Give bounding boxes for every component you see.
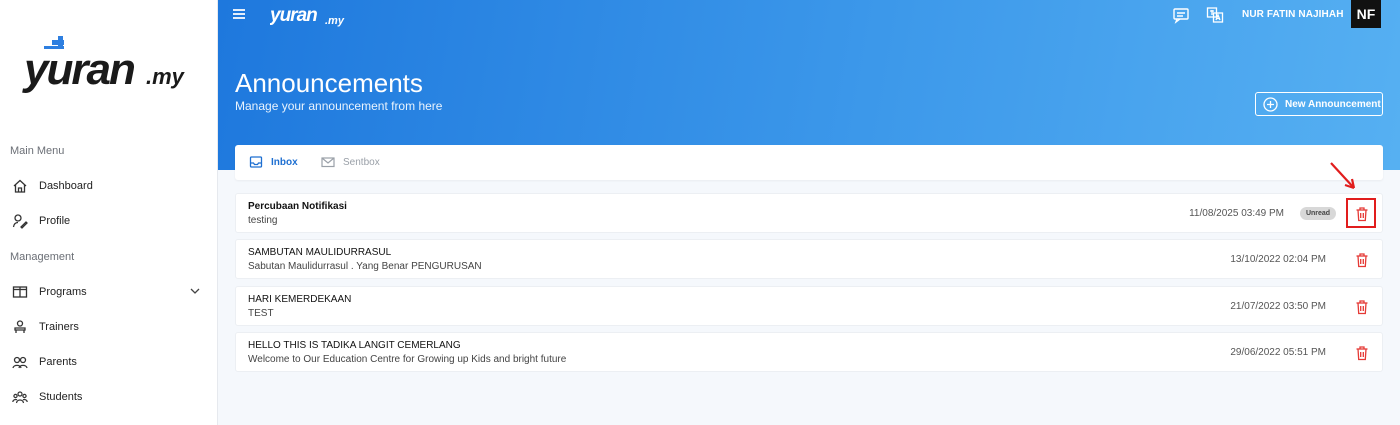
- announcement-body: Sabutan Maulidurrasul . Yang Benar PENGU…: [248, 261, 482, 272]
- announcement-row[interactable]: SAMBUTAN MAULIDURRASUL Sabutan Maulidurr…: [235, 239, 1383, 279]
- announcement-date: 21/07/2022 03:50 PM: [1230, 301, 1326, 312]
- svg-text:.my: .my: [146, 64, 186, 89]
- book-open-icon: [11, 283, 29, 301]
- delete-trash-icon[interactable]: [1355, 299, 1369, 315]
- user-name[interactable]: NUR FATIN NAJIHAH: [1242, 9, 1344, 20]
- page-title: Announcements: [235, 68, 423, 98]
- sidebar-item-dashboard[interactable]: Dashboard: [0, 171, 217, 201]
- users-icon: [11, 353, 29, 371]
- sidebar-item-profile[interactable]: Profile: [0, 206, 217, 236]
- announcement-date: 11/08/2025 03:49 PM: [1189, 208, 1284, 219]
- sidebar-item-label: Programs: [39, 286, 87, 298]
- translate-icon[interactable]: [1206, 6, 1224, 24]
- trainer-icon: [11, 318, 29, 336]
- new-announcement-button[interactable]: New Announcement: [1255, 92, 1383, 116]
- announcement-title: HARI KEMERDEKAAN: [248, 294, 352, 305]
- section-management: Management: [10, 251, 75, 263]
- sidebar-item-label: Profile: [39, 215, 71, 227]
- topbar-logo[interactable]: yuran .my: [270, 2, 350, 28]
- announcement-body: TEST: [248, 308, 274, 319]
- announcement-title: Percubaan Notifikasi: [248, 201, 347, 212]
- tab-label: Sentbox: [343, 156, 380, 168]
- announcement-row[interactable]: HARI KEMERDEKAAN TEST 21/07/2022 03:50 P…: [235, 286, 1383, 326]
- sidebar-item-label: Trainers: [39, 321, 79, 333]
- avatar[interactable]: NF: [1351, 0, 1381, 28]
- chevron-down-icon[interactable]: [189, 285, 201, 297]
- user-edit-icon: [11, 212, 29, 230]
- tab-label: Inbox: [271, 156, 298, 168]
- sidebar-item-trainers[interactable]: Trainers: [0, 312, 217, 342]
- svg-text:yuran: yuran: [22, 45, 135, 94]
- sidebar-item-label: Students: [39, 391, 83, 403]
- home-icon: [11, 177, 29, 195]
- plus-circle-icon: [1263, 96, 1278, 112]
- annotation-arrow-icon: [1330, 162, 1356, 190]
- tab-sentbox[interactable]: Sentbox: [321, 155, 380, 169]
- new-announcement-label: New Announcement: [1285, 98, 1381, 110]
- mailbox-tabs: Inbox Sentbox: [235, 145, 1383, 180]
- announcement-date: 13/10/2022 02:04 PM: [1230, 254, 1326, 265]
- announcement-body: Welcome to Our Education Centre for Grow…: [248, 354, 567, 365]
- brand-logo[interactable]: yuran .my: [22, 36, 202, 96]
- page-subtitle: Manage your announcement from here: [235, 99, 443, 113]
- announcement-body: testing: [248, 215, 278, 226]
- delete-trash-icon[interactable]: [1355, 252, 1369, 268]
- sidebar-item-parents[interactable]: Parents: [0, 347, 217, 377]
- inbox-icon: [249, 156, 263, 168]
- svg-text:yuran: yuran: [270, 5, 317, 26]
- sidebar-item-programs[interactable]: Programs: [0, 277, 217, 307]
- sidebar: yuran .my Main Menu Dashboard Profile Ma…: [0, 0, 218, 425]
- announcement-title: SAMBUTAN MAULIDURRASUL: [248, 247, 392, 258]
- unread-badge: Unread: [1300, 207, 1336, 220]
- announcement-row[interactable]: HELLO THIS IS TADIKA LANGIT CEMERLANG We…: [235, 332, 1383, 372]
- sidebar-item-label: Dashboard: [39, 180, 93, 192]
- students-icon: [11, 388, 29, 406]
- delete-trash-icon[interactable]: [1355, 345, 1369, 361]
- announcement-row[interactable]: Percubaan Notifikasi testing 11/08/2025 …: [235, 193, 1383, 233]
- svg-text:.my: .my: [325, 15, 345, 27]
- menu-icon[interactable]: [232, 7, 246, 21]
- annotation-highlight-box: [1346, 198, 1376, 228]
- sidebar-item-students[interactable]: Students: [0, 382, 217, 412]
- envelope-icon: [321, 157, 335, 168]
- announcement-title: HELLO THIS IS TADIKA LANGIT CEMERLANG: [248, 340, 461, 351]
- sidebar-item-label: Parents: [39, 356, 77, 368]
- announcement-date: 29/06/2022 05:51 PM: [1230, 347, 1326, 358]
- tab-inbox[interactable]: Inbox: [249, 155, 298, 169]
- section-main-menu: Main Menu: [10, 145, 65, 157]
- message-icon[interactable]: [1172, 6, 1190, 24]
